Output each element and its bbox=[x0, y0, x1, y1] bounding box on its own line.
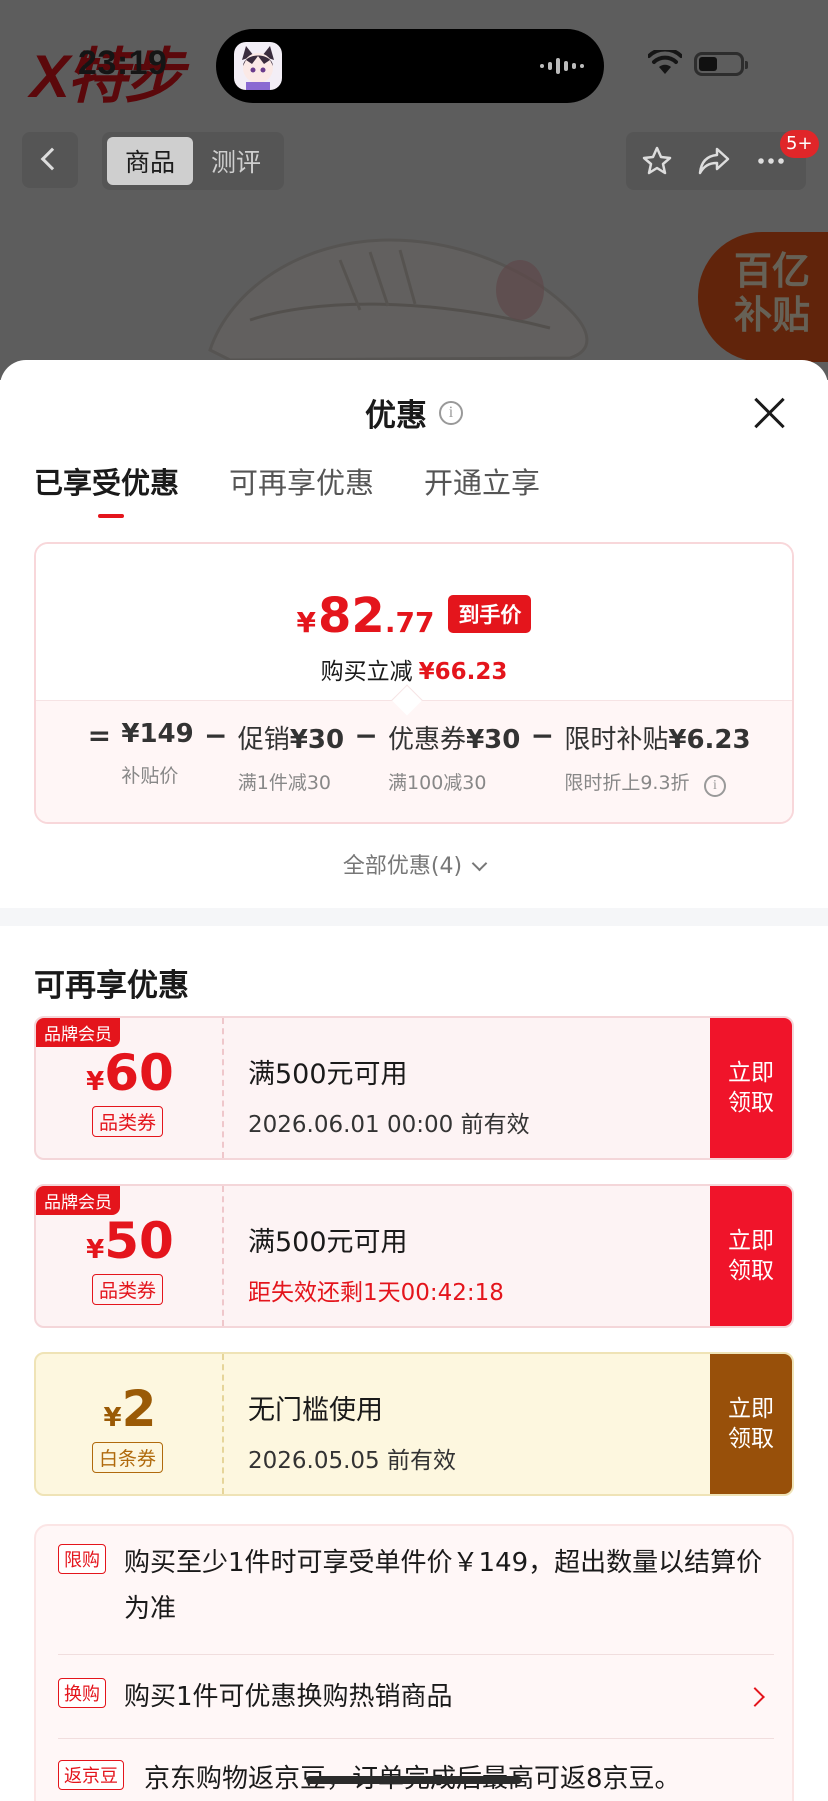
claim-coupon-button[interactable]: 立即领取 bbox=[710, 1186, 792, 1326]
status-bar: 23:19 bbox=[0, 0, 828, 110]
wifi-icon bbox=[648, 50, 682, 74]
battery-icon bbox=[694, 52, 748, 76]
coupon-condition: 满500元可用 bbox=[248, 1059, 408, 1090]
discount-tabs: 已享受优惠 可再享优惠 开通立享 bbox=[34, 460, 540, 518]
message-badge: 5+ bbox=[780, 130, 819, 158]
audio-wave-icon bbox=[540, 58, 584, 74]
coupon-card: ¥60 品类券 品牌会员 满500元可用 2026.06.01 00:00 前有… bbox=[34, 1016, 794, 1160]
coupon-type: 品类券 bbox=[92, 1274, 164, 1305]
share-icon[interactable] bbox=[698, 146, 730, 176]
info-tag: 限购 bbox=[58, 1544, 106, 1574]
breakdown-item: ¥149 补贴价 bbox=[121, 719, 194, 787]
tab-more[interactable]: 可再享优惠 bbox=[229, 460, 374, 518]
home-indicator[interactable] bbox=[306, 1776, 522, 1784]
coupon-amount: ¥2 bbox=[103, 1380, 157, 1438]
sheet-title: 优惠 bbox=[365, 398, 427, 434]
coupon-condition: 无门槛使用 bbox=[248, 1395, 383, 1426]
breakdown-row: = ¥149 补贴价 − 促销¥30 满1件减30 − 优惠券¥30 满100减… bbox=[36, 700, 792, 822]
price-breakdown-card: ¥ 82 .77 到手价 购买立减 ¥66.23 = ¥149 补贴价 − 促销¥… bbox=[34, 542, 794, 824]
coupon-type: 白条券 bbox=[92, 1442, 164, 1473]
final-price-tag: 到手价 bbox=[448, 595, 532, 633]
coupon-card: ¥2 白条券 无门槛使用 2026.05.05 前有效 立即领取 bbox=[34, 1352, 794, 1496]
info-row-exchange[interactable]: 换购 购买1件可优惠换购热销商品 bbox=[58, 1674, 774, 1720]
sheet-header: 优惠 i bbox=[0, 390, 828, 435]
final-price: ¥ 82 .77 到手价 bbox=[36, 588, 792, 644]
purchase-info-card: 限购 购买至少1件时可享受单件价￥149，超出数量以结算价为准 换购 购买1件可… bbox=[34, 1524, 794, 1801]
info-tag: 换购 bbox=[58, 1678, 106, 1708]
coupon-expiry: 2026.06.01 00:00 前有效 bbox=[248, 1112, 530, 1138]
coupon-condition: 满500元可用 bbox=[248, 1227, 408, 1258]
claim-coupon-button[interactable]: 立即领取 bbox=[710, 1354, 792, 1494]
breakdown-item: 促销¥30 满1件减30 bbox=[237, 725, 345, 794]
brand-member-badge: 品牌会员 bbox=[36, 1018, 120, 1047]
tab-activate[interactable]: 开通立享 bbox=[424, 460, 540, 518]
tab-enjoyed[interactable]: 已享受优惠 bbox=[34, 460, 179, 518]
tab-product[interactable]: 商品 bbox=[107, 137, 193, 185]
coupon-card: ¥50 品类券 品牌会员 满500元可用 距失效还剩1天00:42:18 立即领… bbox=[34, 1184, 794, 1328]
back-button[interactable] bbox=[22, 132, 78, 188]
avatar bbox=[234, 42, 282, 90]
star-icon[interactable] bbox=[642, 146, 672, 176]
section-title: 可再享优惠 bbox=[34, 968, 189, 1004]
coupon-countdown: 距失效还剩1天00:42:18 bbox=[248, 1280, 504, 1306]
info-icon[interactable]: i bbox=[439, 400, 463, 425]
chevron-left-icon bbox=[40, 147, 64, 171]
breakdown-item: 优惠券¥30 满100减30 bbox=[388, 725, 521, 794]
instant-discount: 购买立减 ¥66.23 bbox=[320, 659, 508, 685]
tab-review[interactable]: 测评 bbox=[193, 137, 279, 185]
all-discounts-link[interactable]: 全部优惠(4) bbox=[0, 848, 828, 880]
coupon-amount: ¥50 bbox=[86, 1212, 174, 1270]
chevron-down-icon bbox=[471, 855, 488, 872]
product-tabs: 商品 测评 bbox=[102, 132, 284, 190]
nav-actions bbox=[626, 132, 806, 190]
dynamic-island bbox=[216, 29, 604, 103]
close-icon[interactable] bbox=[752, 396, 786, 430]
info-row-limit: 限购 购买至少1件时可享受单件价￥149，超出数量以结算价为准 bbox=[58, 1540, 774, 1632]
brand-member-badge: 品牌会员 bbox=[36, 1186, 120, 1215]
discount-sheet: 优惠 i 已享受优惠 可再享优惠 开通立享 ¥ 82 .77 到手价 购买立减 ¥… bbox=[0, 360, 828, 1801]
status-time: 23:19 bbox=[78, 44, 168, 82]
coupon-expiry: 2026.05.05 前有效 bbox=[248, 1448, 456, 1474]
coupon-amount: ¥60 bbox=[86, 1044, 174, 1102]
subsidy-info-icon[interactable]: i bbox=[704, 775, 726, 797]
claim-coupon-button[interactable]: 立即领取 bbox=[710, 1018, 792, 1158]
info-tag: 返京豆 bbox=[58, 1760, 124, 1790]
coupon-type: 品类券 bbox=[92, 1106, 164, 1137]
